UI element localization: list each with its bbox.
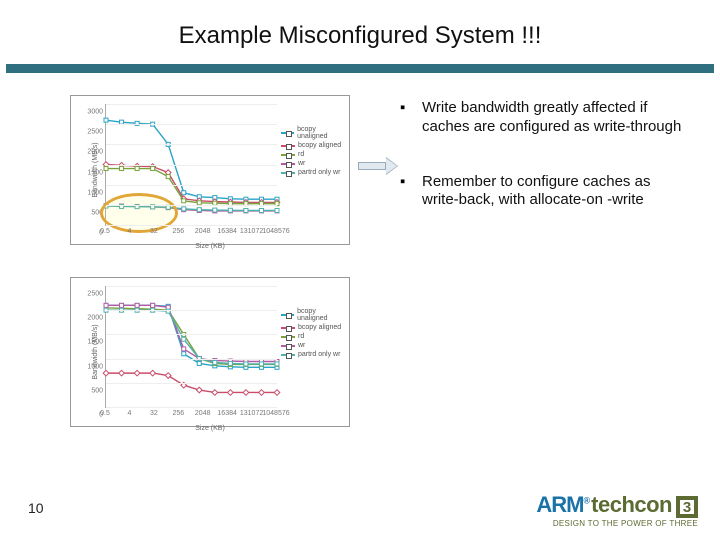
chart2-yaxis: 05001000150020002500 [77, 286, 105, 408]
bullet-item: ▪ Write bandwidth greatly affected if ca… [400, 99, 690, 137]
chart1-xlabel: Size (KB) [195, 243, 225, 250]
bullet-list: ▪ Write bandwidth greatly affected if ca… [400, 99, 690, 246]
chart2-legend: bcopy unalignedbcopy alignedrdwrpartrd o… [281, 308, 345, 360]
chart2-xlabel: Size (KB) [195, 425, 225, 432]
chart1-xaxis: 0.54322562048163841310721048576 [105, 228, 277, 240]
arm-logo: ARM® [536, 492, 589, 518]
page-number: 10 [28, 500, 44, 516]
chart2-xaxis: 0.54322562048163841310721048576 [105, 410, 277, 422]
title-underline [6, 64, 714, 73]
bullet-item: ▪ Remember to configure caches as write-… [400, 173, 690, 211]
chart-misconfigured: Bandwidth (MB/s) 05001000150020002500300… [70, 95, 350, 245]
techcon-text: techcon [591, 492, 672, 518]
bullet-mark-icon: ▪ [400, 99, 410, 137]
exponent-box-icon: 3 [676, 496, 698, 518]
bullet-mark-icon: ▪ [400, 173, 410, 211]
chart1-yaxis: 050010001500200025003000 [77, 104, 105, 226]
page-title: Example Misconfigured System !!! [0, 0, 720, 64]
chart1-plot [105, 104, 277, 226]
content-area: Bandwidth (MB/s) 05001000150020002500300… [0, 87, 720, 467]
footer-logo: ARM® techcon 3 DESIGN TO THE POWER OF TH… [536, 492, 698, 528]
chart2-plot [105, 286, 277, 408]
chart-correct: Bandwidth (MB/s) 05001000150020002500 0.… [70, 277, 350, 427]
tagline: DESIGN TO THE POWER OF THREE [553, 519, 698, 528]
chart1-legend: bcopy unalignedbcopy alignedrdwrpartrd o… [281, 126, 345, 178]
bullet-text: Remember to configure caches as write-ba… [422, 173, 690, 211]
bullet-text: Write bandwidth greatly affected if cach… [422, 99, 690, 137]
chart2-lines [106, 286, 277, 407]
arrow-icon [358, 157, 398, 175]
